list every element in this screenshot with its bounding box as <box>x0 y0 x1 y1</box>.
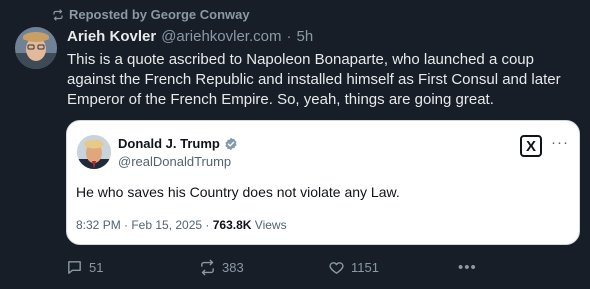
heart-icon <box>329 262 344 274</box>
separator: · <box>286 28 292 45</box>
author-avatar-image <box>15 27 57 69</box>
repost-button[interactable]: 383 <box>199 259 244 276</box>
views-count: 763.8K <box>212 218 252 232</box>
author-handle[interactable]: @ariehkovler.com <box>161 28 281 45</box>
quoted-author-name[interactable]: Donald J. Trump <box>118 136 220 151</box>
repost-action-icon <box>201 259 214 276</box>
repost-icon <box>53 8 63 21</box>
views-label: Views <box>254 218 287 232</box>
quoted-post-date[interactable]: 8:32 PM · Feb 15, 2025 · <box>76 218 209 232</box>
quoted-post-text: He who saves his Country does not violat… <box>76 184 400 200</box>
repost-label: Reposted by George Conway <box>69 7 250 22</box>
post-time[interactable]: 5h <box>296 28 313 45</box>
reply-icon <box>68 261 81 274</box>
quoted-author-avatar[interactable] <box>77 135 111 169</box>
quoted-author-row: Donald J. Trump <box>118 136 238 151</box>
repost-count: 383 <box>222 260 244 275</box>
quoted-post-card[interactable]: Donald J. Trump @realDonaldTrump X ··· H… <box>66 120 580 245</box>
author-avatar[interactable] <box>15 27 57 69</box>
quoted-author-handle[interactable]: @realDonaldTrump <box>118 154 231 169</box>
author-name[interactable]: Arieh Kovler <box>67 28 156 45</box>
verified-badge-icon <box>225 137 237 150</box>
more-options-icon[interactable]: ••• <box>458 259 477 276</box>
quoted-more-icon[interactable]: ··· <box>551 135 569 151</box>
like-button[interactable]: 1151 <box>328 259 379 276</box>
reply-count: 51 <box>89 260 104 275</box>
reply-button[interactable]: 51 <box>66 259 103 276</box>
repost-indicator[interactable]: Reposted by George Conway <box>52 7 250 22</box>
like-count: 1151 <box>351 260 379 275</box>
post-header: Arieh Kovler @ariehkovler.com · 5h <box>67 28 313 45</box>
post-text: This is a quote ascribed to Napoleon Bon… <box>67 51 561 108</box>
x-logo-icon[interactable]: X <box>520 135 542 157</box>
quoted-post-meta: 8:32 PM · Feb 15, 2025 · 763.8K Views <box>76 218 287 232</box>
quoted-author-avatar-image <box>77 135 111 169</box>
